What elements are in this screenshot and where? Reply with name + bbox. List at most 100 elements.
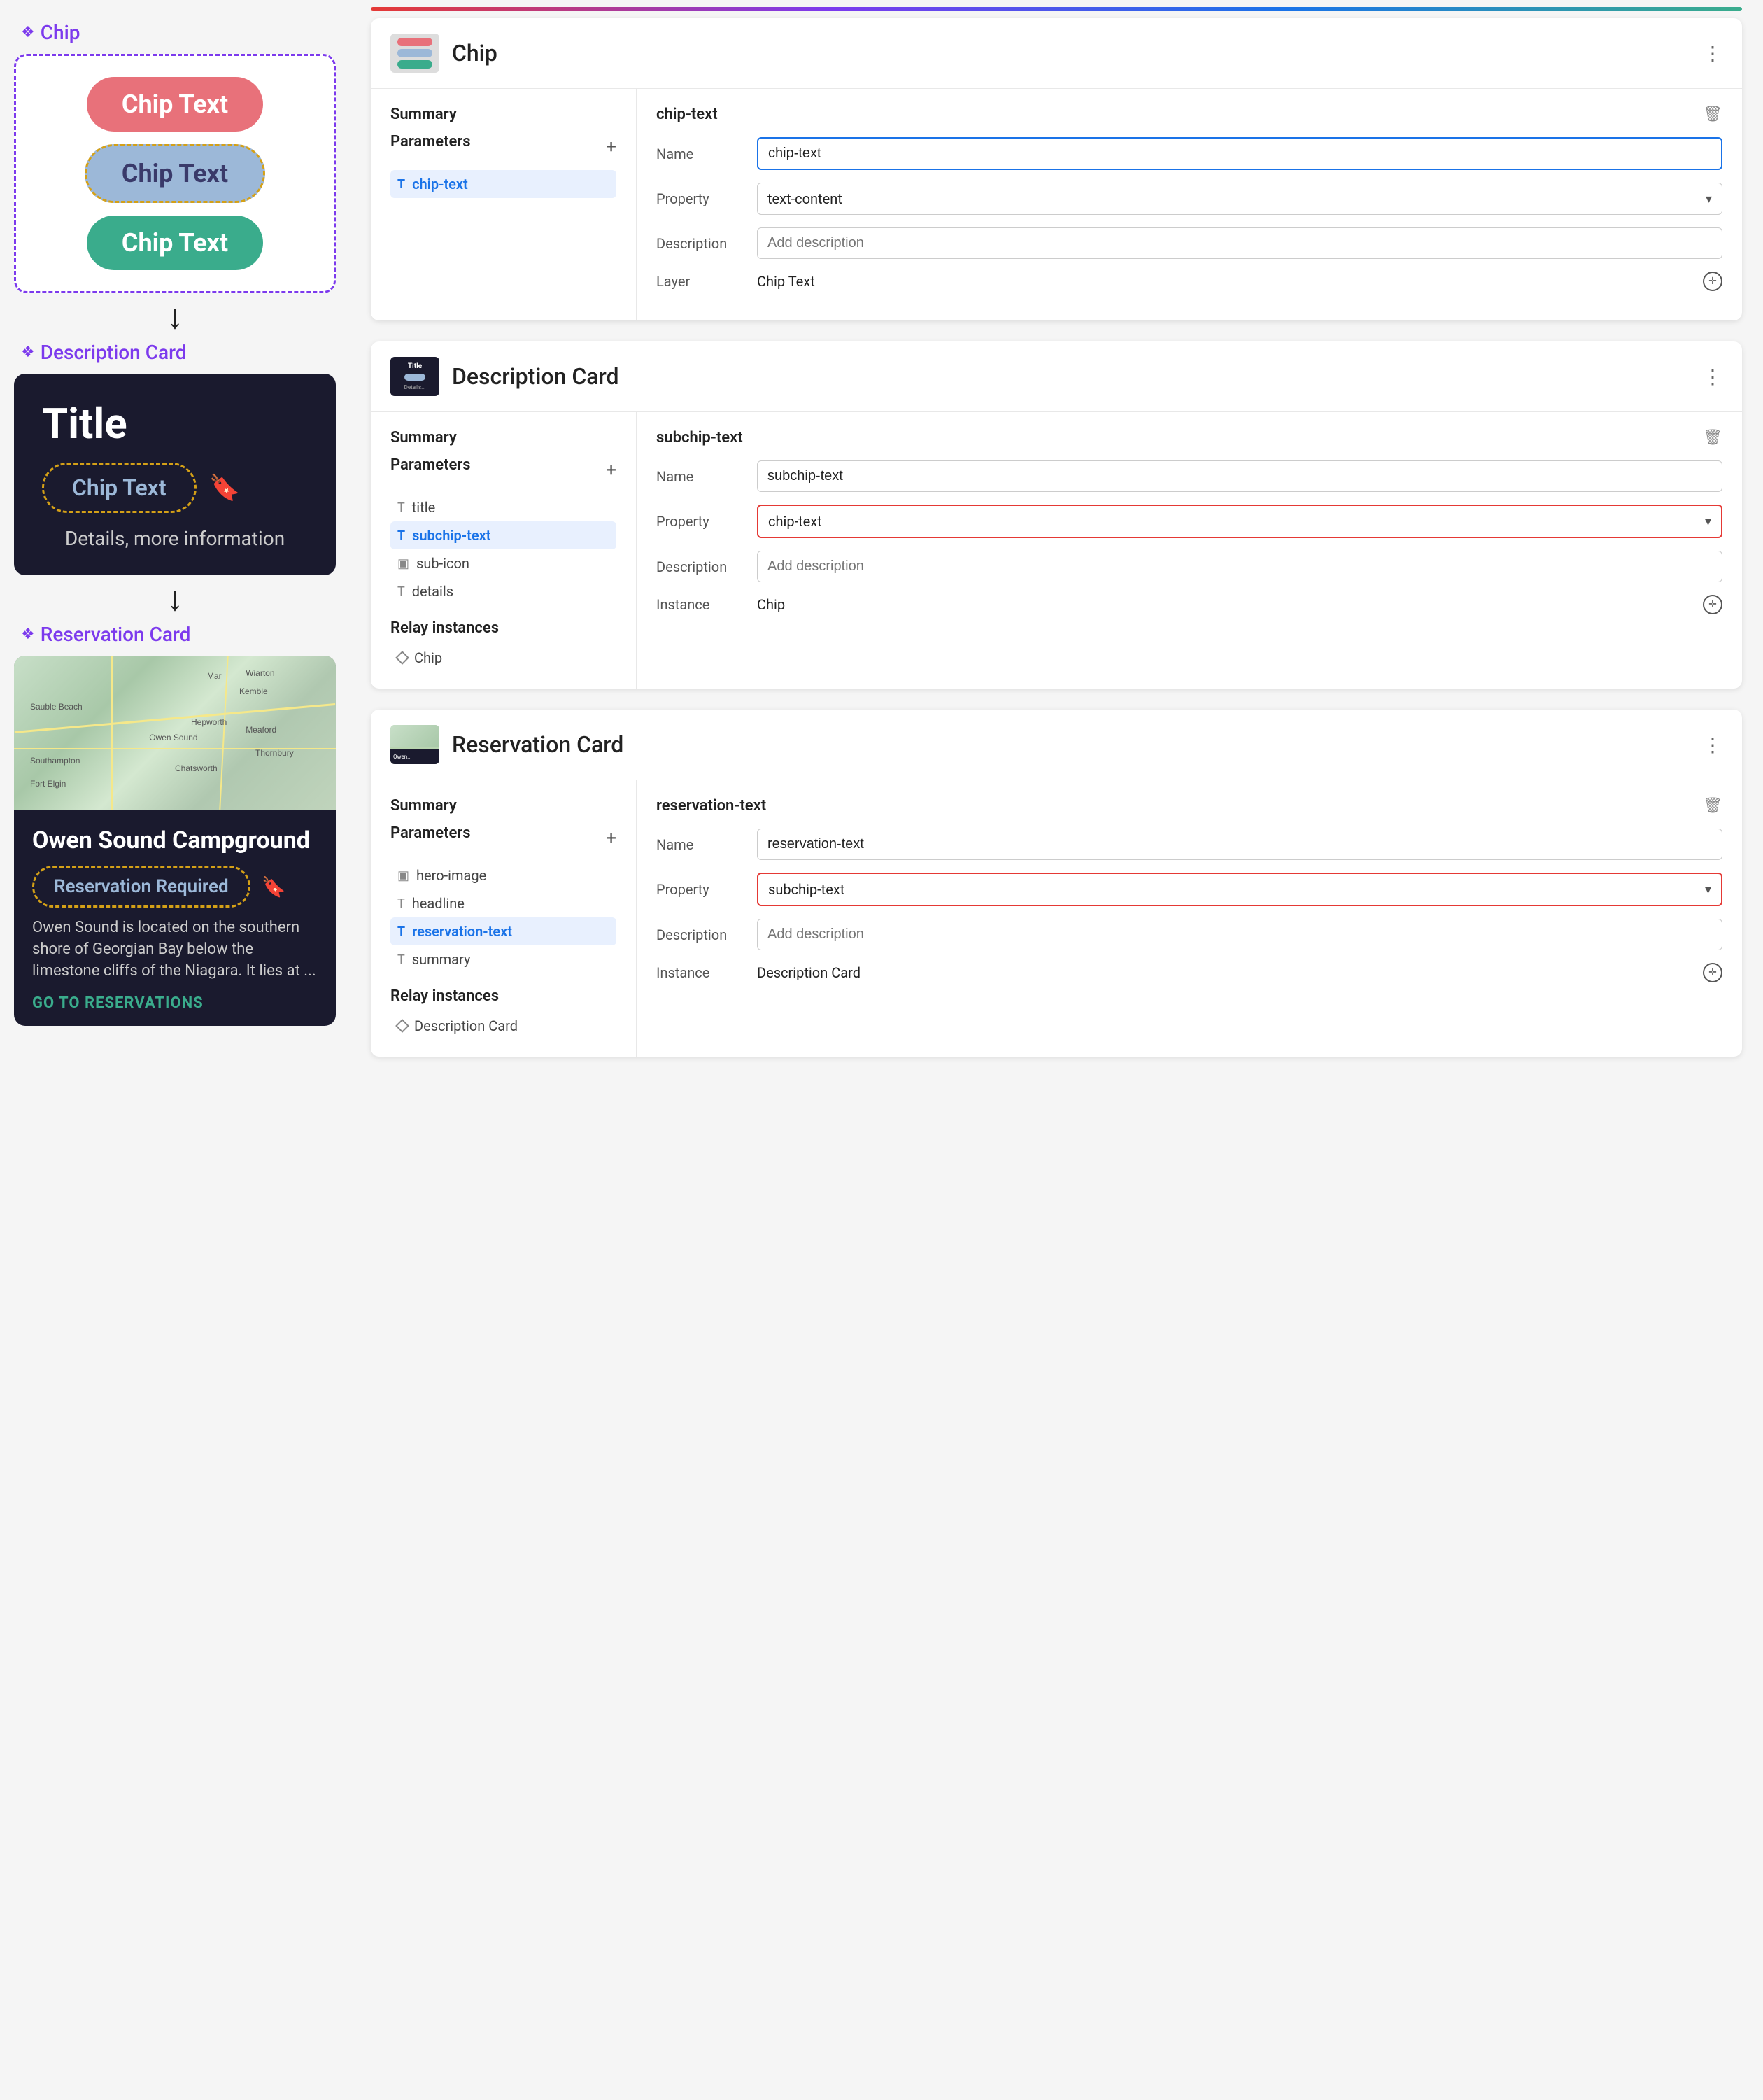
- res-panel-menu-icon[interactable]: ⋮: [1703, 733, 1722, 756]
- thumb-chip-green: [397, 60, 432, 69]
- res-map: Mar Wiarton Kemble Sauble Beach Hepworth…: [14, 656, 336, 810]
- map-label-sauble: Sauble Beach: [30, 702, 83, 712]
- desc-section-title: ❖ Description Card: [21, 341, 187, 364]
- desc-param-subchip-name: subchip-text: [412, 527, 490, 544]
- desc-property-field-row: Property chip-text ▾: [656, 505, 1722, 538]
- chip-pill-green: Chip Text: [87, 216, 263, 270]
- chip-panel-thumbnail: [390, 34, 439, 73]
- thumb-desc-chip: [404, 374, 425, 381]
- res-params-row: Parameters +: [390, 824, 616, 852]
- res-panel-right: reservation-text 🗑 Name Property subchip…: [637, 780, 1742, 1057]
- chip-param-icon-t: T: [397, 177, 405, 192]
- res-diamond-icon: ❖: [21, 626, 35, 643]
- chip-params-row: Parameters +: [390, 133, 616, 160]
- chip-property-label: Property: [656, 190, 747, 207]
- desc-property-chevron: ▾: [1705, 514, 1711, 529]
- desc-property-label: Property: [656, 513, 747, 530]
- res-name-input[interactable]: [757, 829, 1722, 860]
- desc-instance-navigate-icon[interactable]: ✛: [1703, 595, 1722, 614]
- res-right-title-row: reservation-text 🗑: [656, 797, 1722, 815]
- res-panel-thumbnail: Owen...: [390, 725, 439, 764]
- thumb-res-body: Owen...: [390, 749, 439, 764]
- chip-panel-title: Chip: [452, 40, 497, 66]
- chip-description-label: Description: [656, 235, 747, 252]
- res-card-headline: Owen Sound Campground: [32, 826, 318, 854]
- chip-property-field-row: Property text-content ▾: [656, 183, 1722, 215]
- res-relay-desc: Description Card: [390, 1012, 616, 1040]
- res-description-input[interactable]: [757, 919, 1722, 950]
- res-param-summary-name: summary: [412, 951, 471, 968]
- res-param-headline[interactable]: T headline: [390, 889, 616, 917]
- res-card-summary: Owen Sound is located on the southern sh…: [32, 917, 318, 982]
- chip-delete-icon[interactable]: 🗑: [1703, 106, 1722, 123]
- thumb-desc-text: Details...: [404, 384, 426, 390]
- res-param-hero-name: hero-image: [416, 867, 486, 884]
- desc-add-icon[interactable]: +: [606, 460, 616, 481]
- res-param-restext-icon: T: [397, 924, 405, 939]
- desc-panel-menu-icon[interactable]: ⋮: [1703, 365, 1722, 388]
- res-card-component: Mar Wiarton Kemble Sauble Beach Hepworth…: [14, 656, 336, 1026]
- chip-layer-value: Chip Text: [757, 273, 1693, 290]
- res-map-bg: Mar Wiarton Kemble Sauble Beach Hepworth…: [14, 656, 336, 810]
- desc-description-field-row: Description: [656, 551, 1722, 582]
- desc-param-details[interactable]: T details: [390, 577, 616, 605]
- desc-param-subicon[interactable]: ▣ sub-icon: [390, 549, 616, 577]
- thumb-chip-red: [397, 38, 432, 46]
- res-property-select[interactable]: subchip-text ▾: [757, 873, 1722, 906]
- res-param-hero[interactable]: ▣ hero-image: [390, 861, 616, 889]
- chip-layer-navigate-icon[interactable]: ✛: [1703, 272, 1722, 291]
- res-instance-navigate-icon[interactable]: ✛: [1703, 963, 1722, 982]
- chip-param-chip-text[interactable]: T chip-text: [390, 170, 616, 198]
- desc-property-select[interactable]: chip-text ▾: [757, 505, 1722, 538]
- res-delete-icon[interactable]: 🗑: [1703, 797, 1722, 815]
- chip-property-select[interactable]: text-content ▾: [757, 183, 1722, 215]
- desc-params-label: Parameters: [390, 456, 471, 474]
- res-right-title: reservation-text: [656, 797, 766, 815]
- desc-panel-thumbnail: Title Details...: [390, 357, 439, 396]
- res-relay-label: Relay instances: [390, 987, 616, 1005]
- desc-name-input[interactable]: [757, 460, 1722, 492]
- res-param-restext[interactable]: T reservation-text: [390, 917, 616, 945]
- res-description-field-row: Description: [656, 919, 1722, 950]
- chip-description-field-row: Description: [656, 227, 1722, 259]
- chip-panel-menu-icon[interactable]: ⋮: [1703, 42, 1722, 65]
- res-card-link[interactable]: GO TO RESERVATIONS: [32, 994, 318, 1012]
- arrow-down-2: ↓: [167, 582, 183, 616]
- map-label-mar: Mar: [207, 671, 222, 681]
- thumb-desc-row: [404, 374, 425, 381]
- desc-description-input[interactable]: [757, 551, 1722, 582]
- map-label-chatsworth: Chatsworth: [175, 763, 218, 773]
- res-instance-label: Instance: [656, 964, 747, 981]
- desc-param-title-icon: T: [397, 500, 405, 515]
- res-name-field-row: Name: [656, 829, 1722, 860]
- desc-summary-label: Summary: [390, 429, 616, 446]
- chip-panel: Chip ⋮ Summary Parameters + T chip-text …: [371, 18, 1742, 320]
- desc-delete-icon[interactable]: 🗑: [1703, 429, 1722, 446]
- desc-param-title[interactable]: T title: [390, 493, 616, 521]
- map-road-v1: [111, 656, 113, 810]
- desc-param-subicon-icon: ▣: [397, 556, 409, 571]
- desc-params-row: Parameters +: [390, 456, 616, 484]
- res-param-summary[interactable]: T summary: [390, 945, 616, 973]
- desc-param-subchip[interactable]: T subchip-text: [390, 521, 616, 549]
- chip-name-field-row: Name: [656, 137, 1722, 170]
- res-instance-value: Description Card: [757, 964, 1693, 981]
- chip-panel-right: chip-text 🗑 Name Property text-content ▾: [637, 89, 1742, 320]
- res-summary-label: Summary: [390, 797, 616, 815]
- chip-right-title-row: chip-text 🗑: [656, 106, 1722, 123]
- res-add-icon[interactable]: +: [606, 828, 616, 849]
- desc-right-title: subchip-text: [656, 429, 743, 446]
- map-label-thornbury: Thornbury: [255, 748, 294, 758]
- chip-panel-left: Summary Parameters + T chip-text: [371, 89, 637, 320]
- chip-diamond-icon: ❖: [21, 24, 35, 41]
- res-panel-header-left: Owen... Reservation Card: [390, 725, 623, 764]
- res-relay-diamond-icon: [395, 1019, 409, 1033]
- desc-right-title-row: subchip-text 🗑: [656, 429, 1722, 446]
- res-param-hero-icon: ▣: [397, 868, 409, 883]
- chip-description-input[interactable]: [757, 227, 1722, 259]
- chip-add-icon[interactable]: +: [606, 136, 616, 157]
- desc-panel: Title Details... Description Card ⋮ Summ…: [371, 341, 1742, 689]
- chip-name-input[interactable]: [757, 137, 1722, 170]
- res-description-label: Description: [656, 926, 747, 943]
- res-property-field-row: Property subchip-text ▾: [656, 873, 1722, 906]
